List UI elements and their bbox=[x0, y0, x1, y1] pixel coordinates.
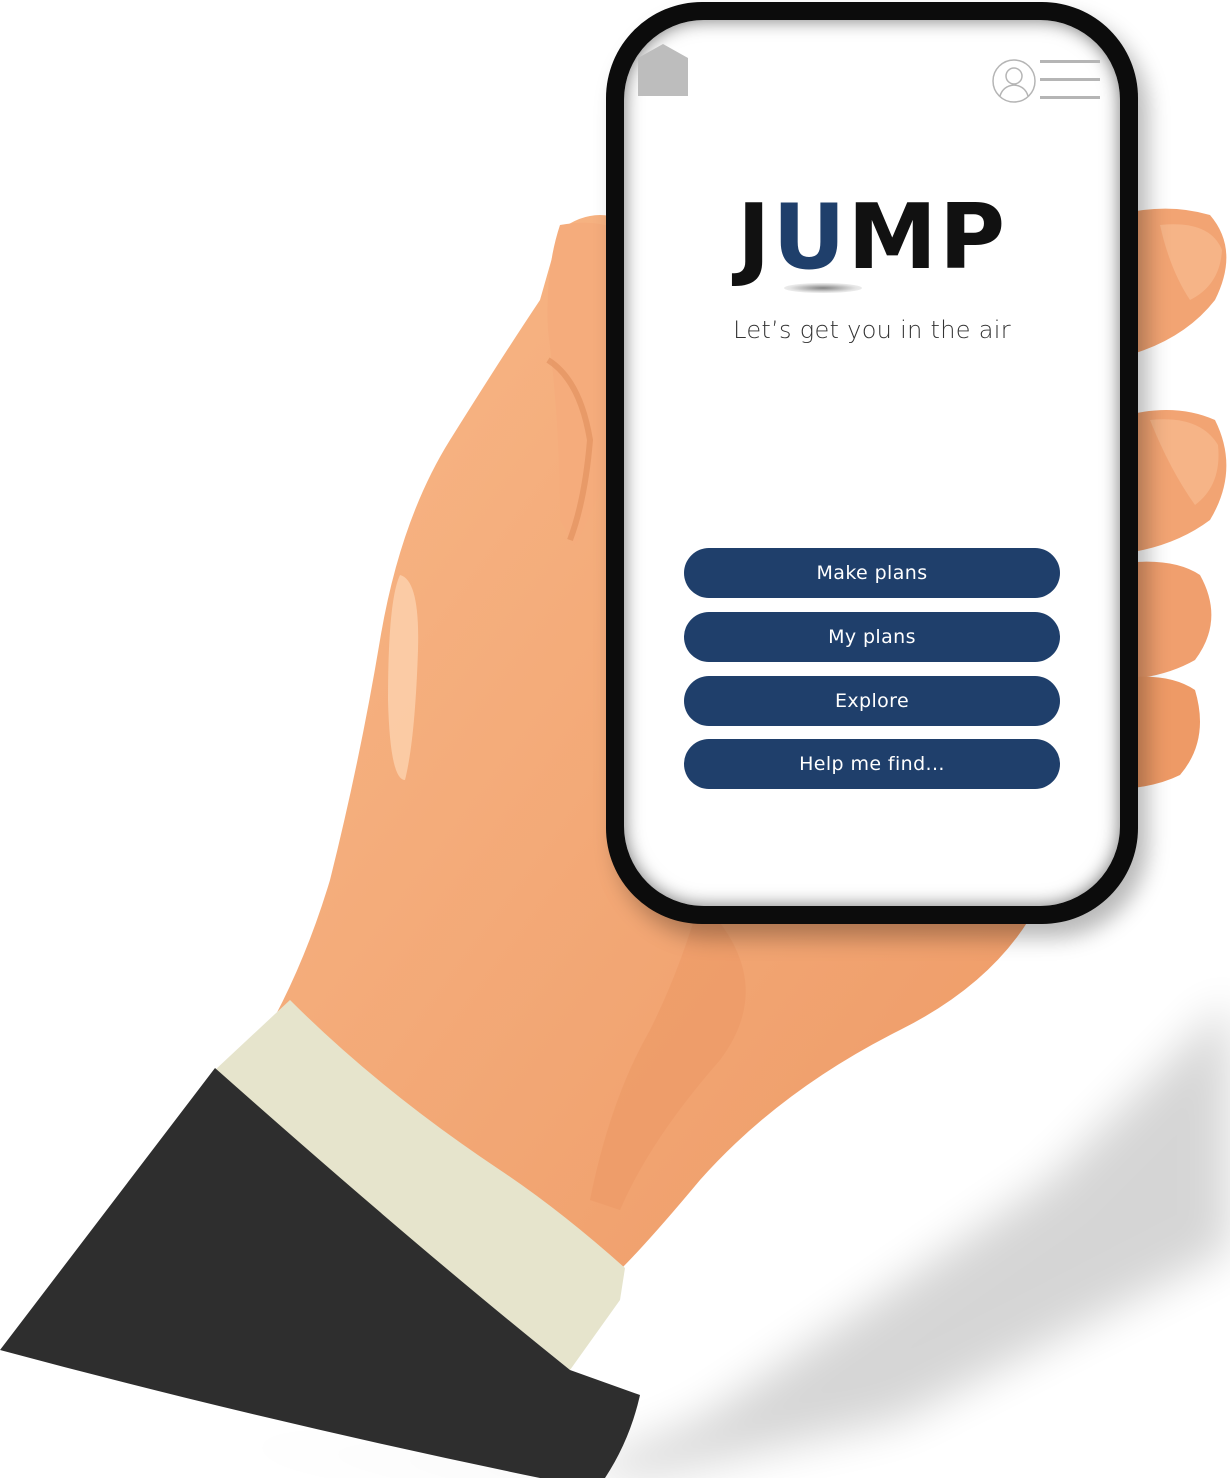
explore-button[interactable]: Explore bbox=[684, 676, 1060, 726]
phone-device: JUMP Let’s get you in the air Make plans… bbox=[606, 2, 1138, 924]
make-plans-button[interactable]: Make plans bbox=[684, 548, 1060, 598]
hamburger-menu-icon[interactable] bbox=[1040, 60, 1100, 100]
phone-screen: JUMP Let’s get you in the air Make plans… bbox=[624, 20, 1120, 906]
illustration-stage: JUMP Let’s get you in the air Make plans… bbox=[0, 0, 1230, 1478]
user-profile-icon[interactable] bbox=[991, 58, 1037, 104]
help-me-find-button[interactable]: Help me find... bbox=[684, 739, 1060, 789]
logo-letters-mp: MP bbox=[847, 185, 1008, 290]
logo-letter-j: J bbox=[736, 185, 773, 290]
logo-shadow bbox=[784, 283, 862, 293]
tagline: Let’s get you in the air bbox=[733, 316, 1011, 344]
my-plans-button[interactable]: My plans bbox=[684, 612, 1060, 662]
home-icon[interactable] bbox=[638, 44, 688, 96]
jump-logo: JUMP bbox=[624, 188, 1120, 288]
logo-letter-u: U bbox=[772, 185, 848, 290]
